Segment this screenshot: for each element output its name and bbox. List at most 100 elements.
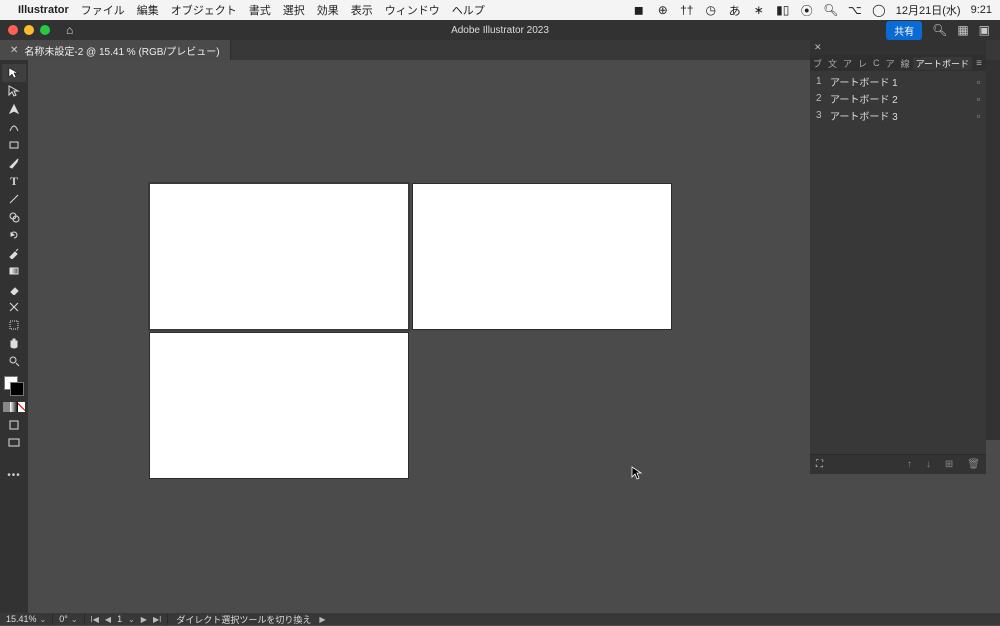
artboard-index: 3 xyxy=(816,110,830,121)
artboard-2[interactable] xyxy=(413,184,671,329)
spotlight-icon[interactable]: 🔍︎ xyxy=(824,3,838,17)
arrange-documents-icon[interactable]: ▦ xyxy=(957,23,968,37)
artboard-options-icon[interactable]: ▫ xyxy=(977,77,980,87)
artboard-nav-current[interactable]: 1 xyxy=(117,614,122,624)
statusbar-hint: ダイレクト選択ツールを切り換え xyxy=(168,613,319,626)
panel-tab-4[interactable]: C xyxy=(870,58,883,68)
artboard-options-icon[interactable]: ▫ xyxy=(977,94,980,104)
eyedropper-tool[interactable] xyxy=(2,244,26,262)
artboard-1[interactable] xyxy=(150,184,408,329)
selection-tool[interactable] xyxy=(2,64,26,82)
menu-select[interactable]: 選択 xyxy=(283,2,305,18)
fill-stroke-swatches[interactable] xyxy=(4,376,24,396)
panel-tab-artboards[interactable]: アートボード xyxy=(913,57,972,70)
bluetooth-icon[interactable]: ∗ xyxy=(752,3,766,17)
workspace-icon[interactable]: ▣ xyxy=(979,23,990,37)
artboard-3[interactable] xyxy=(150,333,408,478)
menubar-time[interactable]: 9:21 xyxy=(971,4,992,16)
screen-mode-icon[interactable] xyxy=(2,434,26,452)
menubar-app-name[interactable]: Illustrator xyxy=(18,4,69,16)
type-tool[interactable]: T xyxy=(2,172,26,190)
statusbar-menu-icon[interactable]: ▶ xyxy=(319,615,325,624)
color-mode-row[interactable] xyxy=(3,402,25,412)
menubar-date[interactable]: 12月21日(水) xyxy=(896,2,961,18)
panel-menu-icon[interactable]: ≡ xyxy=(972,58,986,69)
artboard-options-icon[interactable]: ▫ xyxy=(977,111,980,121)
draw-mode-icon[interactable] xyxy=(2,416,26,434)
rotation-field[interactable]: 0° ⌄ xyxy=(53,613,84,625)
panel-tab-6[interactable]: 線 xyxy=(898,57,913,70)
menu-object[interactable]: オブジェクト xyxy=(171,2,237,18)
input-source-icon[interactable]: あ xyxy=(728,3,742,17)
panel-tab-3[interactable]: レ xyxy=(855,57,870,70)
menu-help[interactable]: ヘルプ xyxy=(452,2,485,18)
zoom-field[interactable]: 15.41% ⌄ xyxy=(0,613,53,625)
panel-tab-2[interactable]: ア xyxy=(840,57,855,70)
prev-artboard-icon[interactable]: ◀ xyxy=(105,615,111,624)
control-center-icon[interactable]: ⌥ xyxy=(848,3,862,17)
move-up-icon[interactable]: ↑ xyxy=(907,459,912,470)
updates-icon[interactable]: ⊕ xyxy=(656,3,670,17)
stroke-swatch[interactable] xyxy=(10,382,24,396)
menu-window[interactable]: ウィンドウ xyxy=(385,2,440,18)
edit-toolbar-button[interactable]: ••• xyxy=(7,470,21,481)
close-window-button[interactable] xyxy=(8,25,18,35)
menu-effect[interactable]: 効果 xyxy=(317,2,339,18)
new-artboard-icon[interactable]: ⊞ xyxy=(945,459,953,470)
hand-tool[interactable] xyxy=(2,334,26,352)
curvature-tool[interactable] xyxy=(2,118,26,136)
next-artboard-icon[interactable]: ▶ xyxy=(141,615,147,624)
artboard-row-2[interactable]: 2 アートボード 2 ▫ xyxy=(810,90,986,107)
toolbox: T ••• xyxy=(0,60,28,613)
panel-tab-0[interactable]: ブ xyxy=(810,57,825,70)
paintbrush-tool[interactable] xyxy=(2,154,26,172)
panel-tab-5[interactable]: ア xyxy=(883,57,898,70)
minimize-window-button[interactable] xyxy=(24,25,34,35)
rotate-tool[interactable] xyxy=(2,226,26,244)
statusbar: 15.41% ⌄ 0° ⌄ I◀ ◀ 1 ⌄ ▶ ▶I ダイレクト選択ツールを切… xyxy=(0,613,1000,625)
zoom-tool[interactable] xyxy=(2,352,26,370)
search-icon[interactable]: 🔍︎ xyxy=(932,23,947,37)
rectangle-tool[interactable] xyxy=(2,136,26,154)
close-tab-icon[interactable]: ✕ xyxy=(10,45,18,56)
shape-builder-tool[interactable] xyxy=(2,208,26,226)
zoom-dropdown-icon[interactable]: ⌄ xyxy=(40,615,47,624)
artboard-index: 2 xyxy=(816,93,830,104)
siri-icon[interactable]: ◯ xyxy=(872,3,886,17)
artboard-tool[interactable] xyxy=(2,316,26,334)
airplay-icon[interactable]: †† xyxy=(680,3,694,17)
gradient-tool[interactable] xyxy=(2,262,26,280)
line-icon[interactable]: ◼︎ xyxy=(632,3,646,17)
wifi-icon[interactable]: ⦿ xyxy=(800,3,814,17)
artboard-row-1[interactable]: 1 アートボード 1 ▫ xyxy=(810,73,986,90)
scissors-tool[interactable] xyxy=(2,298,26,316)
menu-view[interactable]: 表示 xyxy=(351,2,373,18)
menu-type[interactable]: 書式 xyxy=(249,2,271,18)
window-controls xyxy=(8,25,50,35)
first-artboard-icon[interactable]: I◀ xyxy=(91,615,99,624)
panel-collapse-icon[interactable]: ✕ xyxy=(814,42,822,53)
maximize-window-button[interactable] xyxy=(40,25,50,35)
artboard-nav-dropdown-icon[interactable]: ⌄ xyxy=(128,615,135,624)
pen-tool[interactable] xyxy=(2,100,26,118)
panel-dock-strip[interactable] xyxy=(985,60,1000,440)
direct-selection-tool[interactable] xyxy=(2,82,26,100)
menubar-status: ◼︎ ⊕ †† ◷ あ ∗ ▮▯ ⦿ 🔍︎ ⌥ ◯ 12月21日(水) 9:21 xyxy=(632,2,992,18)
home-icon[interactable]: ⌂ xyxy=(66,23,73,37)
artboard-row-3[interactable]: 3 アートボード 3 ▫ xyxy=(810,107,986,124)
line-tool[interactable] xyxy=(2,190,26,208)
rearrange-artboards-icon[interactable]: ⛶ xyxy=(816,459,823,470)
eraser-tool[interactable] xyxy=(2,280,26,298)
clock-icon[interactable]: ◷ xyxy=(704,3,718,17)
share-button[interactable]: 共有 xyxy=(886,21,922,40)
menu-edit[interactable]: 編集 xyxy=(137,2,159,18)
document-tab[interactable]: ✕ 名称未設定-2 @ 15.41 % (RGB/プレビュー) xyxy=(0,40,231,60)
panel-footer: ⛶ ↑ ↓ ⊞ 🗑 xyxy=(810,454,986,474)
battery-icon[interactable]: ▮▯ xyxy=(776,3,790,17)
panel-tab-1[interactable]: 文 xyxy=(825,57,840,70)
move-down-icon[interactable]: ↓ xyxy=(926,459,931,470)
rotation-dropdown-icon[interactable]: ⌄ xyxy=(71,615,78,624)
menu-file[interactable]: ファイル xyxy=(81,2,125,18)
delete-artboard-icon[interactable]: 🗑 xyxy=(967,459,980,470)
last-artboard-icon[interactable]: ▶I xyxy=(153,615,161,624)
